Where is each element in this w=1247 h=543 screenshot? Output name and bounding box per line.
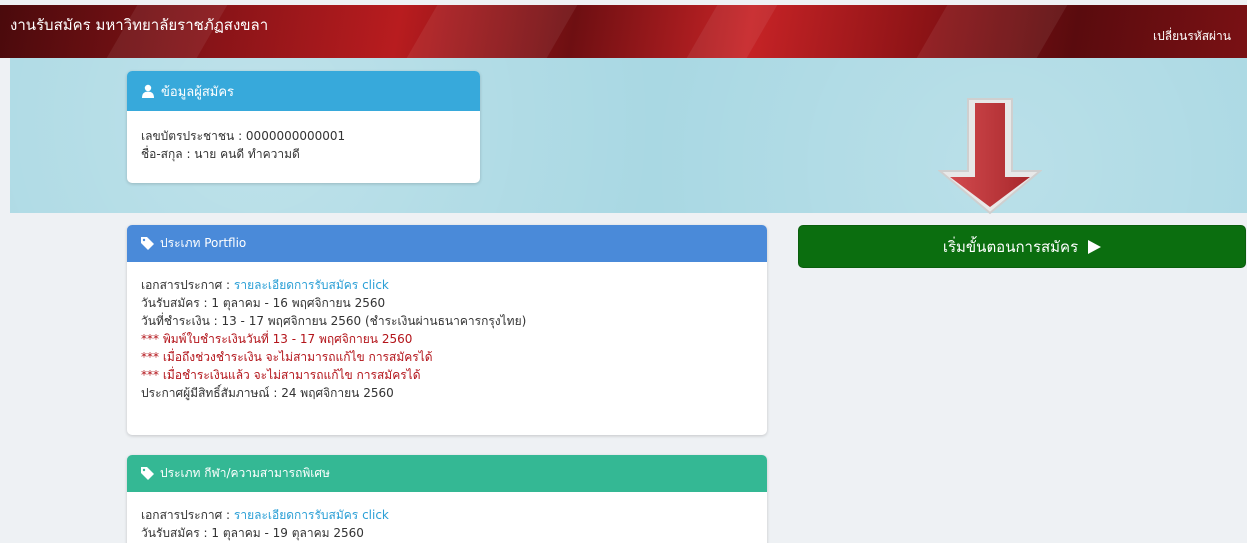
top-navbar: งานรับสมัคร มหาวิทยาลัยราชภัฏสงขลา เปลี่… — [0, 5, 1247, 58]
start-application-label: เริ่มขั้นตอนการสมัคร — [942, 237, 1079, 256]
portfolio-doc-line: เอกสารประกาศ : รายละเอียดการรับสมัคร cli… — [141, 276, 753, 294]
portfolio-warning-print: *** พิมพ์ใบชำระเงินวันที่ 13 - 17 พฤศจิก… — [141, 332, 413, 346]
applicant-card-header: ข้อมูลผู้สมัคร — [127, 71, 480, 111]
sport-doc-line: เอกสารประกาศ : รายละเอียดการรับสมัคร cli… — [141, 506, 753, 524]
portfolio-payment-dates: วันที่ชำระเงิน : 13 - 17 พฤศจิกายน 2560 … — [141, 314, 527, 328]
sport-apply-dates: วันรับสมัคร : 1 ตุลาคม - 19 ตุลาคม 2560 — [141, 526, 364, 540]
sport-doc-label: เอกสารประกาศ : — [141, 508, 234, 522]
sport-talent-card: ประเภท กีฬา/ความสามารถพิเศษ เอกสารประกาศ… — [127, 455, 767, 543]
start-application-button[interactable]: เริ่มขั้นตอนการสมัคร — [798, 225, 1246, 268]
portfolio-card-title: ประเภท Portflio — [160, 236, 247, 250]
play-icon — [1088, 239, 1102, 254]
down-arrow-icon — [938, 98, 1042, 215]
tag-icon — [141, 237, 154, 250]
sport-card-header: ประเภท กีฬา/ความสามารถพิเศษ — [127, 455, 767, 492]
portfolio-apply-dates: วันรับสมัคร : 1 ตุลาคม - 16 พฤศจิกายน 25… — [141, 296, 386, 310]
portfolio-interview-announce: ประกาศผู้มีสิทธิ์สัมภาษณ์ : 24 พฤศจิกายน… — [141, 386, 394, 400]
sport-details-link[interactable]: รายละเอียดการรับสมัคร click — [234, 508, 389, 522]
sport-card-title: ประเภท กีฬา/ความสามารถพิเศษ — [160, 466, 330, 480]
portfolio-doc-label: เอกสารประกาศ : — [141, 278, 234, 292]
applicant-name-text: ชื่อ-สกุล : นาย คนดี ทำความดี — [141, 147, 300, 161]
applicant-card-title: ข้อมูลผู้สมัคร — [161, 84, 235, 100]
citizen-id-text: เลขบัตรประชาชน : 0000000000001 — [141, 129, 346, 143]
portfolio-warning-no-edit-paid: *** เมื่อชำระเงินแล้ว จะไม่สามารถแก้ไข ก… — [141, 368, 421, 382]
tag-icon — [141, 467, 154, 480]
user-icon — [142, 84, 154, 98]
portfolio-warning-no-edit-period: *** เมื่อถึงช่วงชำระเงิน จะไม่สามารถแก้ไ… — [141, 350, 433, 364]
portfolio-details-link[interactable]: รายละเอียดการรับสมัคร click — [234, 278, 389, 292]
site-title: งานรับสมัคร มหาวิทยาลัยราชภัฏสงขลา — [10, 16, 269, 34]
portfolio-card: ประเภท Portflio เอกสารประกาศ : รายละเอีย… — [127, 225, 767, 435]
applicant-info-card: ข้อมูลผู้สมัคร เลขบัตรประชาชน : 00000000… — [127, 71, 480, 183]
portfolio-card-header: ประเภท Portflio — [127, 225, 767, 262]
change-password-link[interactable]: เปลี่ยนรหัสผ่าน — [1153, 27, 1231, 46]
